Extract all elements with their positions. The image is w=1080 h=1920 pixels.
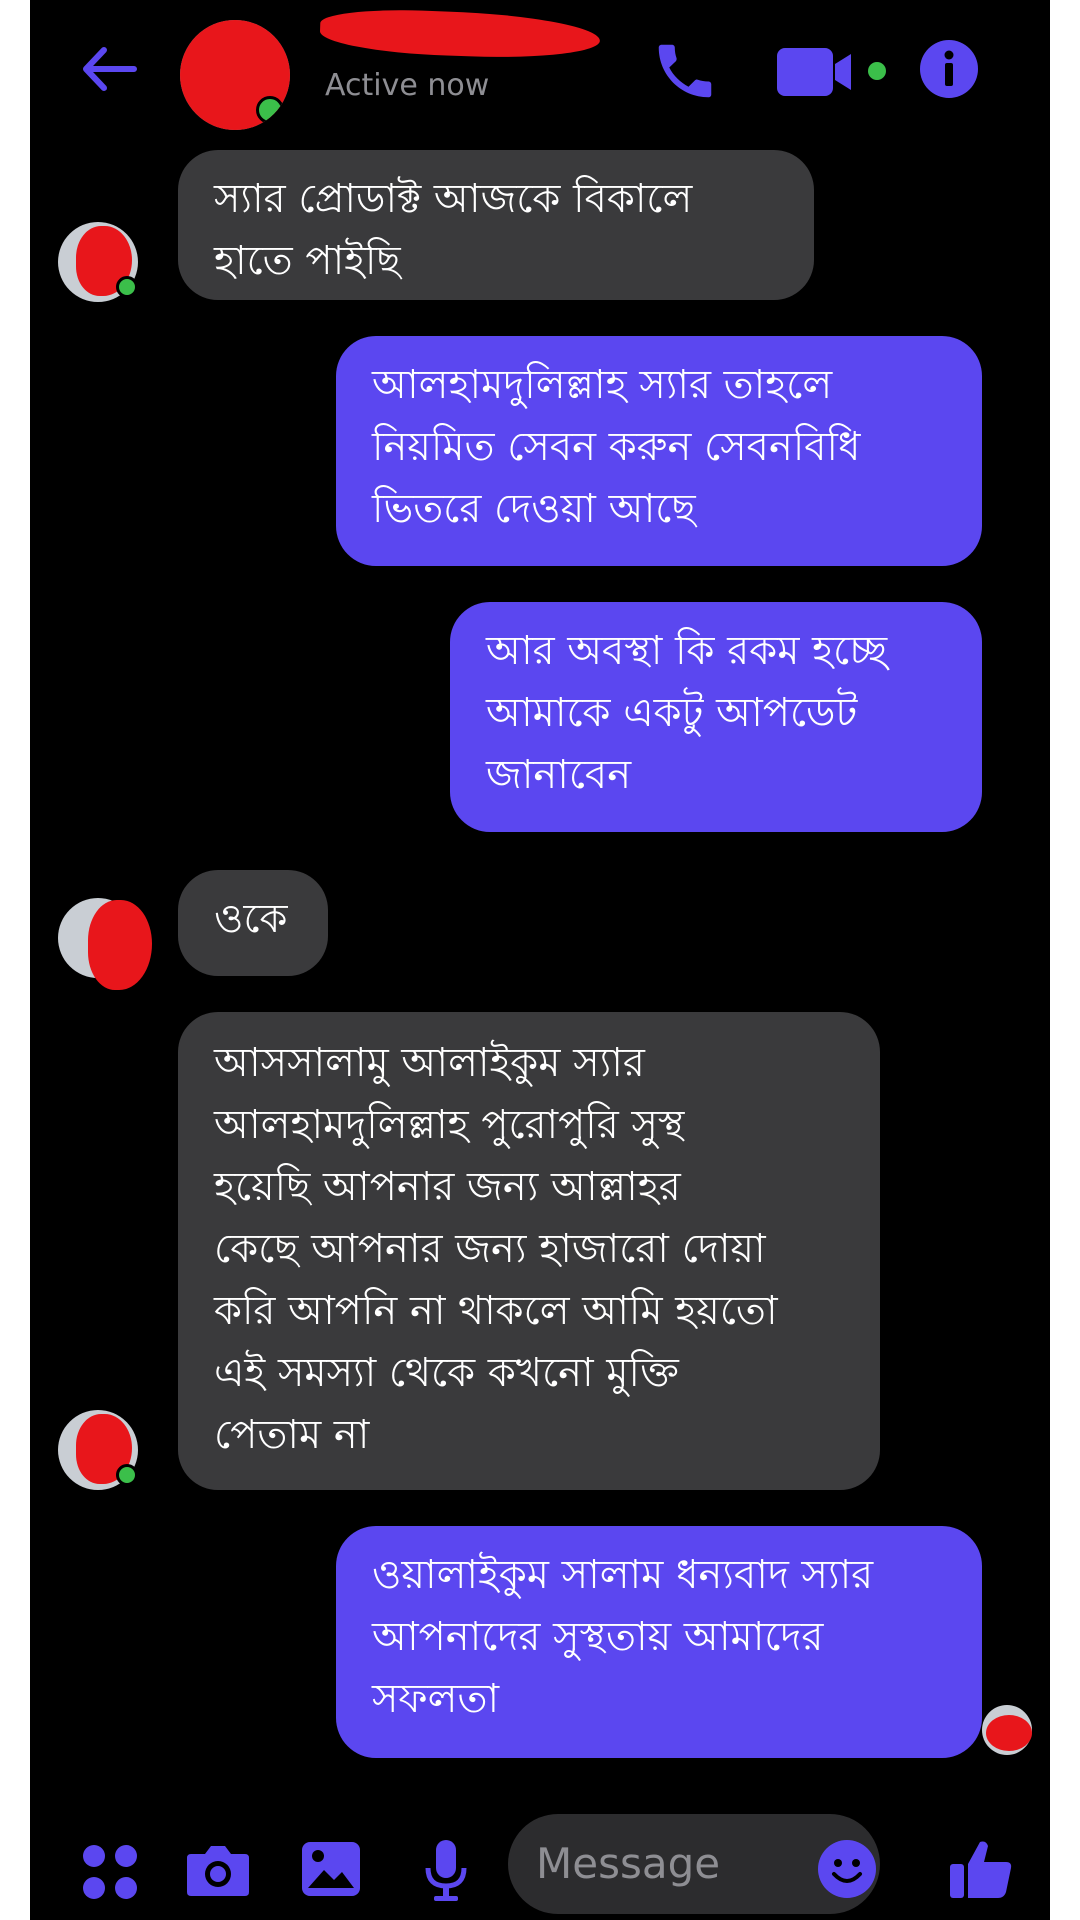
back-arrow-icon[interactable] bbox=[78, 44, 138, 94]
online-indicator bbox=[116, 276, 138, 298]
avatar-redaction bbox=[986, 1715, 1032, 1751]
image-icon[interactable] bbox=[300, 1840, 362, 1898]
contact-avatar-small[interactable] bbox=[58, 222, 138, 302]
seen-receipt-avatar bbox=[982, 1705, 1032, 1755]
online-indicator bbox=[256, 96, 284, 124]
contact-avatar-small[interactable] bbox=[58, 898, 152, 990]
info-icon[interactable] bbox=[918, 38, 980, 100]
thumbs-up-icon[interactable] bbox=[948, 1836, 1014, 1902]
incoming-message[interactable]: আসসালামু আলাইকুম স্যার আলহামদুলিল্লাহ পু… bbox=[178, 1012, 880, 1490]
outgoing-message[interactable]: আলহামদুলিল্লাহ স্যার তাহলে নিয়মিত সেবন … bbox=[336, 336, 982, 566]
video-active-dot bbox=[868, 62, 886, 80]
contact-avatar-small[interactable] bbox=[58, 1410, 138, 1490]
outgoing-message[interactable]: ওয়ালাইকুম সালাম ধন্যবাদ স্যার আপনাদের স… bbox=[336, 1526, 982, 1758]
active-status: Active now bbox=[325, 68, 490, 103]
contact-avatar[interactable] bbox=[180, 20, 290, 130]
microphone-icon[interactable] bbox=[422, 1838, 470, 1904]
grid-menu-icon[interactable] bbox=[80, 1842, 140, 1902]
incoming-message[interactable]: স্যার প্রোডাক্ট আজকে বিকালে হাতে পাইছি bbox=[178, 150, 814, 300]
phone-icon[interactable] bbox=[650, 36, 720, 106]
emoji-icon[interactable] bbox=[816, 1838, 878, 1900]
online-indicator bbox=[116, 1464, 138, 1486]
video-camera-icon[interactable] bbox=[775, 44, 865, 100]
message-composer: Message bbox=[30, 1800, 1050, 1920]
outgoing-message[interactable]: আর অবস্থা কি রকম হচ্ছে আমাকে একটু আপডেট … bbox=[450, 602, 982, 832]
chat-header: Active now bbox=[30, 0, 1050, 140]
camera-icon[interactable] bbox=[185, 1842, 251, 1898]
incoming-message[interactable]: ওকে bbox=[178, 870, 328, 976]
chat-screen: Active now স্যার প্রোডাক্ট আজকে বিকালে হ… bbox=[30, 0, 1050, 1920]
avatar-redaction bbox=[88, 900, 152, 990]
